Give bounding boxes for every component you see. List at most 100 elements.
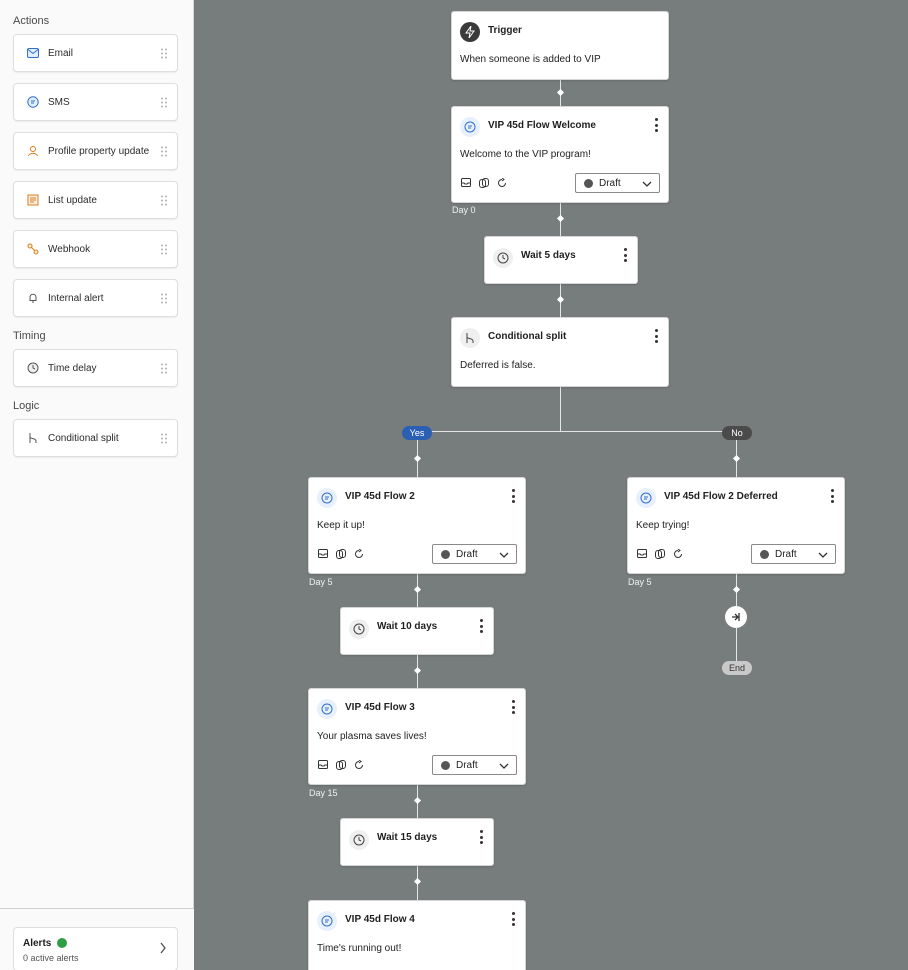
sidebar-item-list-update[interactable]: List update	[13, 181, 178, 219]
day-label: Day 0	[452, 205, 476, 215]
drag-handle-icon[interactable]	[161, 293, 167, 304]
chevron-down-icon	[642, 179, 652, 191]
sidebar-item-label: List update	[48, 194, 97, 206]
drag-handle-icon[interactable]	[161, 48, 167, 59]
drag-handle-icon[interactable]	[161, 244, 167, 255]
sidebar-item-internal-alert[interactable]: Internal alert	[13, 279, 178, 317]
chevron-down-icon	[818, 550, 828, 562]
no-branch-pill: No	[722, 426, 752, 440]
conditional-split-node[interactable]: Conditional split Deferred is false.	[451, 317, 669, 387]
check-circle-icon	[57, 938, 67, 948]
sidebar-item-webhook[interactable]: Webhook	[13, 230, 178, 268]
copy-icon	[478, 177, 489, 188]
node-stats	[460, 177, 507, 188]
more-menu-icon[interactable]	[511, 489, 515, 503]
clock-icon	[349, 830, 369, 850]
section-title-timing: Timing	[13, 330, 46, 342]
status-label: Draft	[775, 548, 797, 560]
exit-flow-icon[interactable]	[725, 606, 747, 628]
more-menu-icon[interactable]	[654, 118, 658, 132]
refresh-icon	[672, 548, 683, 559]
node-description: Keep trying!	[636, 520, 690, 531]
sidebar-item-profile-property-update[interactable]: Profile property update	[13, 132, 178, 170]
node-description: Time's running out!	[317, 943, 402, 954]
email-node-flow-2[interactable]: VIP 45d Flow 2 Keep it up! Draft	[308, 477, 526, 574]
connector-dot[interactable]	[732, 585, 741, 594]
email-node-welcome[interactable]: VIP 45d Flow Welcome Welcome to the VIP …	[451, 106, 669, 203]
status-dropdown[interactable]: Draft	[432, 544, 517, 564]
more-menu-icon[interactable]	[654, 329, 658, 343]
email-node-flow-3[interactable]: VIP 45d Flow 3 Your plasma saves lives! …	[308, 688, 526, 785]
node-title: VIP 45d Flow 2 Deferred	[664, 491, 778, 502]
copy-icon	[335, 548, 346, 559]
node-title: Conditional split	[488, 331, 567, 342]
sidebar-item-email[interactable]: Email	[13, 34, 178, 72]
email-node-flow-4[interactable]: VIP 45d Flow 4 Time's running out!	[308, 900, 526, 970]
connector	[736, 628, 737, 662]
email-node-flow-2-deferred[interactable]: VIP 45d Flow 2 Deferred Keep trying! Dra…	[627, 477, 845, 574]
sidebar: Actions Email SMS Profile property updat…	[0, 0, 194, 970]
more-menu-icon[interactable]	[830, 489, 834, 503]
more-menu-icon[interactable]	[623, 248, 627, 262]
connector-dot[interactable]	[556, 214, 565, 223]
sms-icon	[317, 488, 337, 508]
yes-branch-pill: Yes	[402, 426, 432, 440]
split-icon	[460, 328, 480, 348]
sidebar-item-label: Email	[48, 47, 74, 59]
connector-dot[interactable]	[732, 454, 741, 463]
bell-icon	[26, 291, 40, 305]
connector-dot[interactable]	[413, 454, 422, 463]
sidebar-item-label: Conditional split	[48, 432, 119, 444]
sidebar-item-sms[interactable]: SMS	[13, 83, 178, 121]
profile-icon	[26, 144, 40, 158]
sidebar-item-label: Profile property update	[48, 145, 150, 157]
connector-dot[interactable]	[413, 796, 422, 805]
node-description: Deferred is false.	[460, 360, 536, 371]
chevron-right-icon	[159, 942, 167, 957]
flow-canvas[interactable]: Trigger When someone is added to VIP VIP…	[195, 0, 908, 970]
drag-handle-icon[interactable]	[161, 363, 167, 374]
webhook-icon	[26, 242, 40, 256]
drag-handle-icon[interactable]	[161, 195, 167, 206]
connector	[417, 431, 737, 432]
alerts-panel: Alerts 0 active alerts	[0, 908, 194, 970]
more-menu-icon[interactable]	[511, 700, 515, 714]
sidebar-item-label: Webhook	[48, 243, 91, 255]
clock-icon	[26, 361, 40, 375]
time-delay-node[interactable]: Wait 15 days	[340, 818, 494, 866]
end-pill: End	[722, 661, 752, 675]
sms-icon	[317, 699, 337, 719]
status-dropdown[interactable]: Draft	[751, 544, 836, 564]
refresh-icon	[353, 548, 364, 559]
sidebar-item-conditional-split[interactable]: Conditional split	[13, 419, 178, 457]
drag-handle-icon[interactable]	[161, 146, 167, 157]
day-label: Day 5	[628, 577, 652, 587]
status-dropdown[interactable]: Draft	[575, 173, 660, 193]
status-dropdown[interactable]: Draft	[432, 755, 517, 775]
sidebar-item-time-delay[interactable]: Time delay	[13, 349, 178, 387]
drag-handle-icon[interactable]	[161, 433, 167, 444]
section-title-logic: Logic	[13, 400, 40, 412]
sidebar-item-label: Time delay	[48, 362, 97, 374]
more-menu-icon[interactable]	[479, 619, 483, 633]
more-menu-icon[interactable]	[479, 830, 483, 844]
connector-dot[interactable]	[413, 585, 422, 594]
more-menu-icon[interactable]	[511, 912, 515, 926]
alerts-card[interactable]: Alerts 0 active alerts	[13, 927, 178, 970]
email-icon	[26, 46, 40, 60]
connector-dot[interactable]	[413, 877, 422, 886]
drag-handle-icon[interactable]	[161, 97, 167, 108]
inbox-icon	[636, 548, 647, 559]
copy-icon	[335, 759, 346, 770]
connector-dot[interactable]	[556, 295, 565, 304]
connector-dot[interactable]	[413, 666, 422, 675]
clock-icon	[493, 248, 513, 268]
time-delay-node[interactable]: Wait 5 days	[484, 236, 638, 284]
sidebar-item-label: SMS	[48, 96, 70, 108]
connector-dot[interactable]	[556, 88, 565, 97]
draft-icon	[441, 760, 450, 770]
trigger-node[interactable]: Trigger When someone is added to VIP	[451, 11, 669, 80]
draft-icon	[441, 549, 450, 559]
time-delay-node[interactable]: Wait 10 days	[340, 607, 494, 655]
sms-icon	[636, 488, 656, 508]
